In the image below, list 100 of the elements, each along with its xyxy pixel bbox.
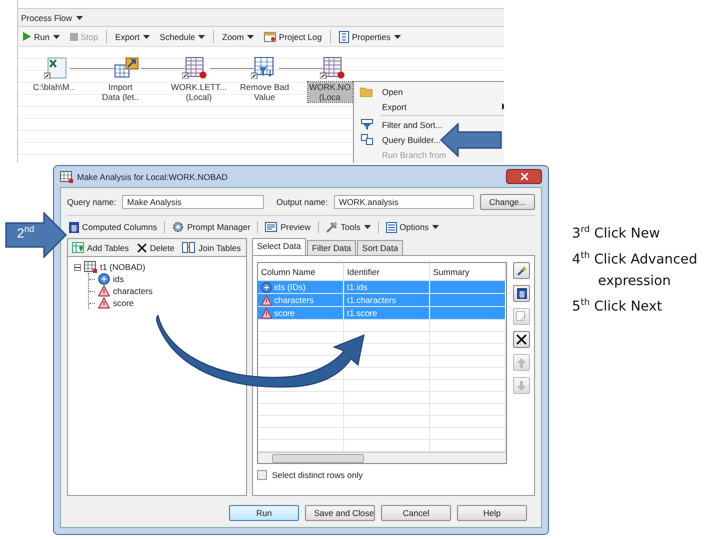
dialog-button[interactable]: Help	[457, 505, 527, 521]
change-button[interactable]: Change...	[480, 194, 535, 210]
column-header: Column Name	[258, 263, 344, 280]
table-icon	[84, 261, 97, 273]
toolbar-button[interactable]: Export	[113, 30, 152, 42]
toolbar-button[interactable]: Delete	[134, 241, 176, 254]
toolbar-button[interactable]: Options	[384, 220, 441, 234]
character-column-icon	[261, 294, 272, 306]
toolbar-button[interactable]: Properties	[336, 30, 403, 44]
delete-icon	[136, 242, 147, 252]
dialog-title: Make Analysis for Local:WORK.NOBAD	[77, 172, 229, 182]
side-button[interactable]	[513, 331, 530, 348]
character-column-icon	[98, 297, 110, 309]
node-label[interactable]: WORK.NO (Loca	[308, 82, 352, 102]
character-column-icon	[98, 285, 110, 297]
close-icon	[520, 173, 528, 180]
play-icon	[23, 32, 31, 41]
minus-icon	[75, 264, 80, 270]
spreadsheet-file-icon	[44, 57, 68, 79]
numeric-column-icon	[98, 273, 110, 285]
table-cell: t1.ids	[347, 282, 368, 292]
node-label[interactable]: WORK.LETT... (Local)	[170, 82, 228, 102]
dialog-button[interactable]: Run	[229, 505, 299, 521]
toolbar-button[interactable]: Add Tables	[70, 241, 131, 254]
caret-icon	[142, 34, 150, 38]
instruction-text: 3$^{rd}$ Click New	[572, 224, 662, 244]
step-label: 2$^{nd}$	[17, 224, 34, 240]
checkbox[interactable]	[257, 470, 267, 480]
character-column-icon	[261, 308, 272, 318]
calculator-icon	[516, 288, 526, 299]
caret-icon	[198, 34, 206, 38]
dialog-button[interactable]: Cancel	[381, 505, 451, 521]
expander-toggle[interactable]	[74, 264, 81, 270]
table-cell: t1.score	[347, 308, 378, 318]
instruction-text: 5$^{th}$ Click Next	[572, 297, 664, 316]
down-arrow-icon	[517, 380, 526, 390]
caret-icon	[246, 34, 254, 38]
log-icon	[264, 31, 276, 42]
tab[interactable]: Select Data	[252, 238, 306, 255]
tree-item[interactable]: score	[113, 298, 134, 308]
table-cell: ids (IDs)	[274, 282, 306, 292]
tab[interactable]: Sort Data	[357, 240, 404, 255]
gear-icon	[172, 221, 184, 233]
properties-icon	[338, 30, 349, 42]
menu-item[interactable]: Export	[354, 99, 504, 114]
delete-icon	[516, 334, 527, 345]
output-name-field[interactable]: WORK.analysis	[334, 195, 474, 209]
checkbox-label: Select distinct rows only	[272, 470, 363, 480]
preview-icon	[265, 222, 278, 232]
table-icon	[60, 170, 73, 182]
toolbar-button[interactable]: Project Log	[262, 30, 324, 43]
tree-item[interactable]: characters	[113, 286, 153, 296]
add-table-icon	[72, 242, 84, 253]
folder-icon	[360, 86, 373, 96]
dialog-button[interactable]: Save and Close	[305, 505, 375, 521]
toolbar-button[interactable]: Preview	[263, 221, 313, 233]
horizontal-scrollbar[interactable]	[258, 452, 506, 463]
node-label[interactable]: C:\blah\M..	[32, 82, 76, 92]
tree-item[interactable]: ids	[113, 274, 124, 284]
dataset-icon	[320, 57, 346, 79]
tab-caret-icon	[76, 16, 84, 20]
menu-item[interactable]: Query Builder...	[354, 132, 504, 147]
toolbar-button[interactable]: Computed Columns	[67, 220, 160, 234]
tab[interactable]: Filter Data	[306, 240, 356, 255]
toolbar-button[interactable]: Run	[21, 30, 62, 42]
import-icon	[113, 57, 139, 79]
toolbar-button[interactable]: Schedule	[158, 30, 208, 42]
numeric-column-icon	[261, 282, 272, 292]
query-icon	[360, 134, 372, 145]
filter-icon	[360, 119, 372, 130]
table-cell: characters	[274, 295, 314, 305]
caret-icon	[394, 34, 401, 38]
query-name-field[interactable]: Make Analysis	[122, 195, 264, 209]
toolbar-button[interactable]: Tools	[324, 220, 373, 234]
wand-icon	[516, 265, 527, 276]
column-header: Identifier	[344, 263, 430, 280]
column-header: Summary	[430, 263, 506, 280]
options-icon	[386, 222, 397, 232]
tools-icon	[326, 221, 338, 233]
side-button[interactable]	[513, 285, 530, 302]
up-arrow-icon	[517, 358, 526, 368]
close-button[interactable]	[506, 169, 542, 184]
toolbar-button[interactable]: Join Tables	[180, 241, 243, 254]
caret-icon	[432, 225, 439, 229]
calculator-icon	[69, 222, 79, 232]
instruction-text: 4$^{th}$ Click Advanced expression	[572, 250, 698, 291]
process-flow-tab[interactable]: Process Flow	[21, 12, 72, 22]
toolbar-button[interactable]: Prompt Manager	[170, 220, 252, 234]
caret-icon	[364, 225, 371, 229]
node-label[interactable]: Import Data (let..	[101, 82, 140, 102]
table-cell: t1.characters	[347, 295, 396, 305]
stop-icon	[70, 32, 78, 40]
node-label[interactable]: Remove Bad Value	[239, 82, 290, 102]
toolbar-button[interactable]: Zoom	[220, 30, 256, 42]
menu-item[interactable]: Open	[354, 84, 504, 99]
menu-item[interactable]: Filter and Sort...	[354, 117, 504, 132]
caret-icon	[52, 34, 60, 38]
tree-item[interactable]: t1 (NOBAD)	[100, 262, 146, 272]
output-name-label: Output name:	[276, 197, 328, 207]
side-button[interactable]	[513, 262, 530, 279]
